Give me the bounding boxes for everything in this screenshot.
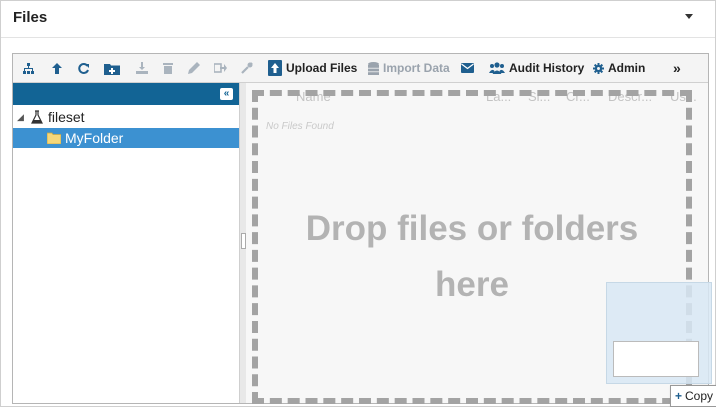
folder-tree-icon bbox=[23, 62, 34, 74]
drag-preview bbox=[606, 282, 712, 384]
create-folder-button[interactable] bbox=[104, 54, 120, 82]
expanded-triangle-icon[interactable]: ◢ bbox=[17, 112, 29, 123]
wrench-icon bbox=[241, 62, 253, 74]
copy-cursor-tooltip: + Copy bbox=[670, 385, 716, 407]
folder-tree-button[interactable] bbox=[22, 54, 35, 82]
envelope-icon bbox=[461, 63, 474, 73]
rename-button[interactable] bbox=[188, 54, 200, 82]
panel-title: Files bbox=[13, 9, 48, 26]
users-icon bbox=[489, 62, 505, 74]
tree-node-label: fileset bbox=[48, 109, 85, 125]
plus-icon: + bbox=[675, 389, 683, 403]
panel-menu-caret-icon[interactable] bbox=[685, 14, 693, 19]
upload-files-label: Upload Files bbox=[286, 61, 358, 75]
download-button[interactable] bbox=[136, 54, 148, 82]
refresh-button[interactable] bbox=[77, 54, 90, 82]
admin-button[interactable]: Admin bbox=[593, 54, 645, 82]
import-data-label: Import Data bbox=[383, 61, 450, 75]
folder-tree: « ◢ fileset MyFolder bbox=[13, 83, 240, 403]
parent-folder-button[interactable] bbox=[51, 54, 63, 82]
more-tools-button[interactable]: » bbox=[673, 54, 681, 82]
import-data-button[interactable]: Import Data bbox=[368, 54, 450, 82]
pencil-icon bbox=[188, 62, 200, 74]
folder-icon bbox=[47, 132, 61, 144]
arrow-up-icon bbox=[52, 62, 62, 74]
audit-history-button[interactable]: Audit History bbox=[489, 54, 584, 82]
folder-tree-header: « bbox=[13, 83, 239, 105]
panel-header: Files bbox=[1, 1, 715, 38]
download-icon bbox=[136, 62, 148, 74]
tree-node-label: MyFolder bbox=[65, 130, 124, 146]
collapse-panel-icon[interactable]: « bbox=[220, 88, 233, 100]
gear-icon bbox=[593, 62, 604, 74]
new-folder-icon bbox=[104, 63, 120, 75]
admin-label: Admin bbox=[608, 61, 646, 75]
email-preferences-button[interactable] bbox=[461, 54, 474, 82]
file-browser: Upload Files Import Data Audit History A… bbox=[12, 53, 709, 404]
toolbar: Upload Files Import Data Audit History A… bbox=[13, 54, 708, 83]
tree-node-fileset[interactable]: ◢ fileset bbox=[13, 107, 239, 127]
audit-history-label: Audit History bbox=[509, 61, 585, 75]
tree-node-myfolder[interactable]: MyFolder bbox=[13, 128, 239, 148]
delete-button[interactable] bbox=[163, 54, 173, 82]
move-icon bbox=[214, 63, 227, 73]
flask-icon bbox=[31, 110, 43, 124]
upload-icon bbox=[268, 60, 282, 76]
drop-zone-line: Drop files or folders bbox=[305, 209, 639, 248]
edit-properties-button[interactable] bbox=[241, 54, 253, 82]
upload-files-button[interactable]: Upload Files bbox=[268, 54, 357, 82]
move-button[interactable] bbox=[214, 54, 227, 82]
copy-tooltip-label: Copy bbox=[685, 389, 714, 403]
trash-icon bbox=[163, 63, 173, 74]
database-icon bbox=[368, 61, 379, 75]
refresh-icon bbox=[78, 62, 89, 74]
drag-preview-thumbnail bbox=[613, 341, 699, 377]
